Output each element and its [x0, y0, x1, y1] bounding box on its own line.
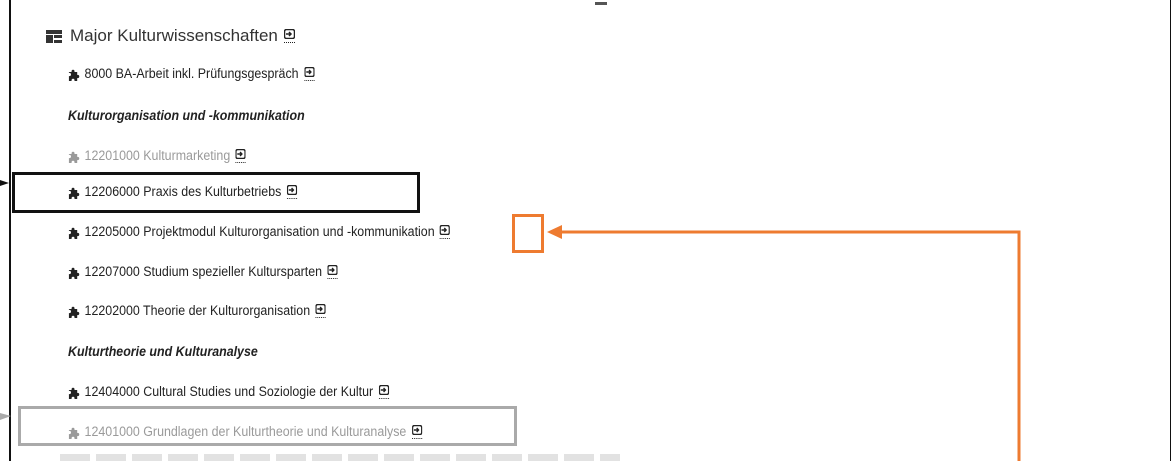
open-external-icon[interactable]: [327, 264, 338, 279]
module-label: 12202000 Theorie der Kulturorganisation: [84, 303, 311, 318]
open-external-icon[interactable]: [378, 384, 389, 399]
tree-grid-icon: [46, 29, 62, 43]
puzzle-icon: [68, 306, 80, 318]
puzzle-icon: [68, 151, 80, 163]
cut-off-row: [60, 452, 620, 461]
module-link-theorie[interactable]: 12202000 Theorie der Kulturorganisation: [68, 303, 326, 318]
highlight-box-grey: [18, 406, 517, 446]
section-title: Major Kulturwissenschaften: [70, 26, 278, 45]
module-link-ba-arbeit[interactable]: 8000 BA-Arbeit inkl. Prüfungsgespräch: [68, 66, 315, 81]
puzzle-icon: [68, 387, 80, 399]
highlight-box-black: [12, 172, 420, 213]
module-label: 12404000 Cultural Studies und Soziologie…: [84, 384, 374, 399]
open-external-icon[interactable]: [304, 66, 315, 81]
module-label: 12205000 Projektmodul Kulturorganisation…: [84, 224, 435, 239]
module-label: 12201000 Kulturmarketing: [84, 148, 231, 163]
open-external-icon[interactable]: [440, 224, 451, 239]
open-external-icon[interactable]: [283, 29, 295, 43]
highlight-box-orange: [512, 214, 544, 253]
module-link-projektmodul[interactable]: 12205000 Projektmodul Kulturorganisation…: [68, 224, 451, 239]
open-external-icon[interactable]: [235, 148, 246, 163]
section-header: Major Kulturwissenschaften: [46, 26, 295, 46]
module-label: 8000 BA-Arbeit inkl. Prüfungsgespräch: [84, 66, 299, 81]
puzzle-icon: [68, 69, 80, 81]
puzzle-icon: [68, 227, 80, 239]
module-link-kulturmarketing[interactable]: 12201000 Kulturmarketing: [68, 148, 246, 163]
open-external-icon[interactable]: [315, 303, 326, 318]
category-heading-kulturorganisation: Kulturorganisation und -kommunikation: [68, 108, 305, 123]
category-heading-kulturtheorie: Kulturtheorie und Kulturanalyse: [68, 344, 258, 359]
module-link-studium[interactable]: 12207000 Studium spezieller Kultursparte…: [68, 264, 338, 279]
module-label: 12207000 Studium spezieller Kultursparte…: [84, 264, 323, 279]
puzzle-icon: [68, 267, 80, 279]
module-link-cultural-studies[interactable]: 12404000 Cultural Studies und Soziologie…: [68, 384, 389, 399]
